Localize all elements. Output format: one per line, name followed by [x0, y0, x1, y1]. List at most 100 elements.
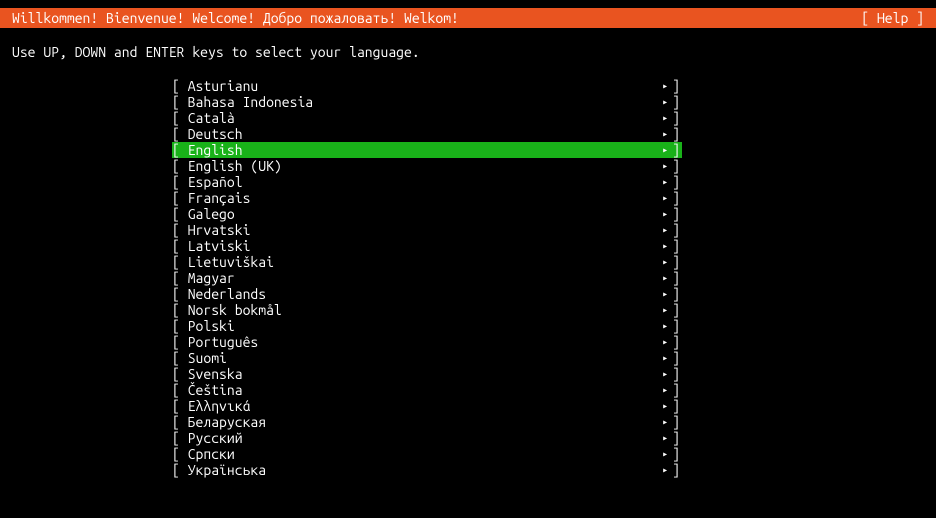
arrow-right-icon: ▸	[662, 398, 672, 414]
arrow-right-icon: ▸	[662, 334, 672, 350]
header-bar: Willkommen! Bienvenue! Welcome! Добро по…	[0, 8, 936, 28]
arrow-right-icon: ▸	[662, 414, 672, 430]
language-item[interactable]: [ Српски▸]	[172, 446, 682, 462]
language-label: Català	[188, 110, 235, 126]
bracket-right: ]	[672, 254, 682, 270]
language-item[interactable]: [ Asturianu ▸]	[172, 78, 682, 94]
language-item[interactable]: [ Nederlands▸]	[172, 286, 682, 302]
language-item[interactable]: [ Català▸]	[172, 110, 682, 126]
language-label: Lietuviškai	[188, 254, 274, 270]
language-item[interactable]: [ Hrvatski▸]	[172, 222, 682, 238]
bracket-left: [	[172, 430, 188, 446]
bracket-left: [	[172, 158, 188, 174]
language-item[interactable]: [ Svenska▸]	[172, 366, 682, 382]
bracket-left: [	[172, 350, 188, 366]
bracket-right: ]	[672, 270, 682, 286]
language-label: Svenska	[188, 366, 243, 382]
bracket-left: [	[172, 142, 188, 158]
arrow-right-icon: ▸	[662, 126, 672, 142]
bracket-left: [	[172, 126, 188, 142]
arrow-right-icon: ▸	[662, 158, 672, 174]
language-item[interactable]: [ Bahasa Indonesia▸]	[172, 94, 682, 110]
bracket-left: [	[172, 286, 188, 302]
bracket-left: [	[172, 446, 188, 462]
bracket-right: ]	[672, 174, 682, 190]
help-link[interactable]: [ Help ]	[861, 8, 924, 28]
language-label: Беларуская	[188, 414, 266, 430]
language-item[interactable]: [ Português ▸]	[172, 334, 682, 350]
language-item[interactable]: [ Español▸]	[172, 174, 682, 190]
bracket-left: [	[172, 334, 188, 350]
arrow-right-icon: ▸	[662, 110, 672, 126]
language-label: Magyar	[188, 270, 235, 286]
arrow-right-icon: ▸	[662, 254, 672, 270]
language-item[interactable]: [ Suomi▸]	[172, 350, 682, 366]
language-item[interactable]: [ Беларуская▸]	[172, 414, 682, 430]
language-label: Português	[188, 334, 259, 350]
arrow-right-icon: ▸	[662, 238, 672, 254]
language-label: Nederlands	[188, 286, 266, 302]
language-item[interactable]: [ English (UK) ▸]	[172, 158, 682, 174]
bracket-right: ]	[672, 158, 682, 174]
bracket-left: [	[172, 398, 188, 414]
language-label: Čeština	[188, 382, 243, 398]
language-item[interactable]: [ Українська▸]	[172, 462, 682, 478]
bracket-right: ]	[672, 222, 682, 238]
bracket-right: ]	[672, 110, 682, 126]
bracket-right: ]	[672, 142, 682, 158]
bracket-right: ]	[672, 414, 682, 430]
language-item[interactable]: [ Français▸]	[172, 190, 682, 206]
arrow-right-icon: ▸	[662, 206, 672, 222]
language-item[interactable]: [ Ελληνικά▸]	[172, 398, 682, 414]
bracket-left: [	[172, 174, 188, 190]
arrow-right-icon: ▸	[662, 174, 672, 190]
language-label: Asturianu	[188, 78, 259, 94]
language-label: Latviski	[188, 238, 251, 254]
language-item[interactable]: [ Latviski▸]	[172, 238, 682, 254]
language-label: Galego	[188, 206, 235, 222]
arrow-right-icon: ▸	[662, 446, 672, 462]
bracket-right: ]	[672, 286, 682, 302]
bracket-left: [	[172, 190, 188, 206]
language-item[interactable]: [ Русский▸]	[172, 430, 682, 446]
bracket-right: ]	[672, 446, 682, 462]
language-item[interactable]: [ Deutsch▸]	[172, 126, 682, 142]
bracket-right: ]	[672, 238, 682, 254]
bracket-left: [	[172, 302, 188, 318]
header-title: Willkommen! Bienvenue! Welcome! Добро по…	[12, 8, 459, 28]
bracket-left: [	[172, 78, 188, 94]
bracket-left: [	[172, 318, 188, 334]
language-item[interactable]: [ Galego ▸]	[172, 206, 682, 222]
bracket-right: ]	[672, 430, 682, 446]
arrow-right-icon: ▸	[662, 78, 672, 94]
bracket-right: ]	[672, 334, 682, 350]
language-item[interactable]: [ Polski▸]	[172, 318, 682, 334]
language-list[interactable]: [ Asturianu ▸] [ Bahasa Indonesia ▸] [ Catal…	[172, 78, 682, 478]
language-label: Ελληνικά	[188, 398, 251, 414]
arrow-right-icon: ▸	[662, 302, 672, 318]
bracket-right: ]	[672, 78, 682, 94]
arrow-right-icon: ▸	[662, 366, 672, 382]
arrow-right-icon: ▸	[662, 94, 672, 110]
arrow-right-icon: ▸	[662, 318, 672, 334]
language-label: Français	[188, 190, 251, 206]
arrow-right-icon: ▸	[662, 190, 672, 206]
language-item[interactable]: [ Čeština▸]	[172, 382, 682, 398]
bracket-left: [	[172, 94, 188, 110]
language-label: Norsk bokmål	[188, 302, 282, 318]
bracket-right: ]	[672, 206, 682, 222]
bracket-left: [	[172, 382, 188, 398]
bracket-right: ]	[672, 350, 682, 366]
language-label: Polski	[188, 318, 235, 334]
language-item[interactable]: [ Magyar▸]	[172, 270, 682, 286]
language-item[interactable]: [ Norsk bokmål ▸]	[172, 302, 682, 318]
bracket-right: ]	[672, 302, 682, 318]
arrow-right-icon: ▸	[662, 270, 672, 286]
bracket-right: ]	[672, 382, 682, 398]
language-label: English (UK)	[188, 158, 282, 174]
bracket-left: [	[172, 206, 188, 222]
language-item[interactable]: [ Lietuviškai ▸]	[172, 254, 682, 270]
language-label: Bahasa Indonesia	[188, 94, 313, 110]
bracket-left: [	[172, 254, 188, 270]
language-item[interactable]: [ English▸]	[172, 142, 682, 158]
